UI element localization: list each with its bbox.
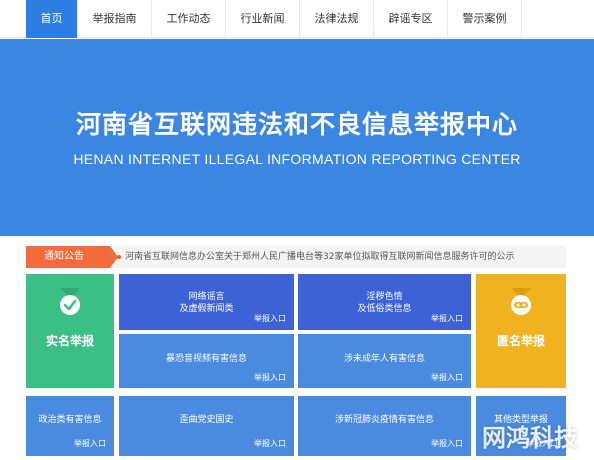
covid-report-tile[interactable]: 涉新冠肺炎疫情有害信息 举报入口 — [298, 396, 471, 456]
notice-bar: 通知公告 河南省互联网信息办公室关于郑州人民广播电台等32家单位拟取得互联网新闻… — [26, 246, 566, 268]
minor-title: 涉未成年人有害信息 — [343, 354, 425, 364]
user-check-icon — [60, 288, 80, 315]
banner-subtitle: HENAN INTERNET ILLEGAL INFORMATION REPOR… — [73, 151, 521, 167]
politics-report-tile[interactable]: 政治类有害信息 举报入口 — [26, 396, 114, 456]
porn-report-tile[interactable]: 淫秽色情 及低俗类信息 举报入口 — [298, 274, 471, 330]
violence-enter-link[interactable]: 举报入口 — [254, 372, 286, 383]
politics-enter-link[interactable]: 举报入口 — [74, 438, 106, 449]
nav-item-laws[interactable]: 法律法规 — [300, 0, 374, 38]
notice-link[interactable]: 河南省互联网信息办公室关于郑州人民广播电台等32家单位拟取得互联网新闻信息服务许… — [125, 246, 565, 268]
politics-title: 政治类有害信息 — [38, 415, 102, 425]
minor-report-tile[interactable]: 涉未成年人有害信息 举报入口 — [298, 334, 471, 388]
minor-enter-link[interactable]: 举报入口 — [431, 372, 463, 383]
porn-enter-link[interactable]: 举报入口 — [431, 313, 463, 324]
watermark: 网鸿科技 — [482, 424, 578, 452]
mask-icon — [511, 288, 531, 315]
banner-title: 河南省互联网违法和不良信息举报中心 — [75, 110, 518, 139]
anonymous-report-tile[interactable]: 匿名举报 — [476, 274, 566, 388]
nav-item-work-news[interactable]: 工作动态 — [152, 0, 226, 38]
rumor-report-tile[interactable]: 网络谣言 及虚假新闻类 举报入口 — [119, 274, 294, 330]
nav-item-home[interactable]: 首页 — [26, 0, 78, 38]
nav-item-guide[interactable]: 举报指南 — [78, 0, 152, 38]
violence-report-tile[interactable]: 暴恐音视频有害信息 举报入口 — [119, 334, 294, 388]
hero-banner: 河南省互联网违法和不良信息举报中心 HENAN INTERNET ILLEGAL… — [0, 39, 594, 236]
bullet-icon — [117, 255, 121, 259]
covid-title: 涉新冠肺炎疫情有害信息 — [334, 415, 434, 425]
nav-item-industry-news[interactable]: 行业新闻 — [226, 0, 300, 38]
nav-item-cases[interactable]: 警示案例 — [448, 0, 522, 38]
rumor-enter-link[interactable]: 举报入口 — [254, 313, 286, 324]
violence-title: 暴恐音视频有害信息 — [165, 354, 247, 364]
history-report-tile[interactable]: 歪曲党史国史 举报入口 — [119, 396, 294, 456]
nav-item-rumor[interactable]: 辟谣专区 — [374, 0, 448, 38]
anonymous-report-label: 匿名举报 — [496, 334, 545, 348]
covid-enter-link[interactable]: 举报入口 — [431, 438, 463, 449]
real-name-report-tile[interactable]: 实名举报 — [26, 274, 114, 388]
history-enter-link[interactable]: 举报入口 — [254, 438, 286, 449]
real-name-report-label: 实名举报 — [45, 334, 94, 348]
history-title: 歪曲党史国史 — [179, 415, 234, 425]
notice-label: 通知公告 — [26, 246, 118, 268]
top-nav: 首页 举报指南 工作动态 行业新闻 法律法规 辟谣专区 警示案例 — [0, 0, 594, 38]
